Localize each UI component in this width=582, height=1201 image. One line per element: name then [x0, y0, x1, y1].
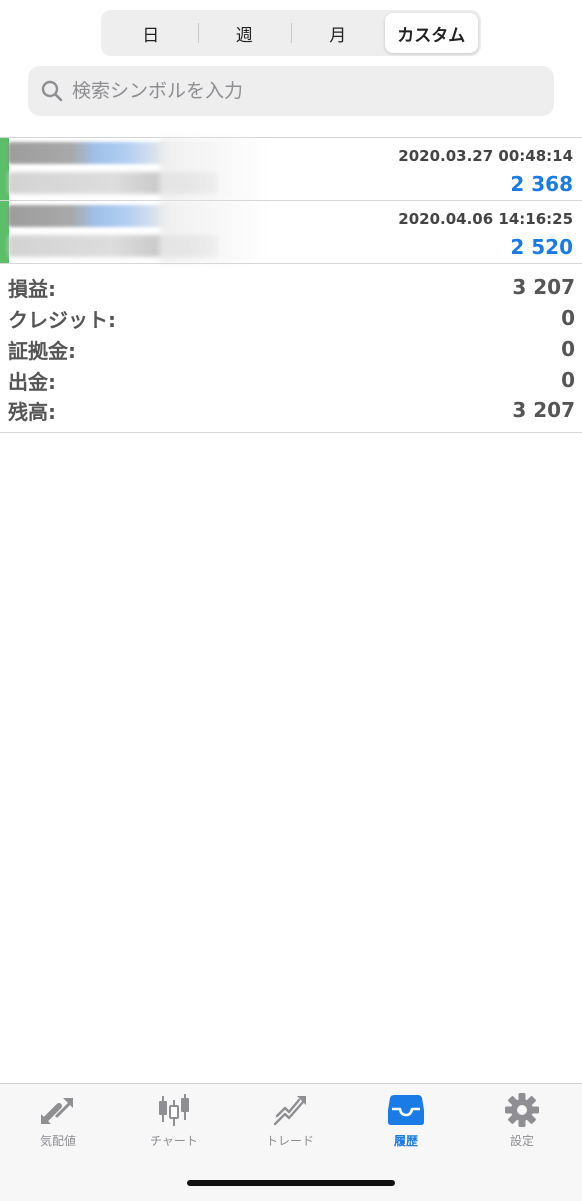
deal-row[interactable]: 2020.04.06 14:16:25 2 520: [0, 201, 582, 263]
segment-custom[interactable]: カスタム: [384, 13, 478, 53]
redacted-symbol: [8, 142, 168, 164]
segment-day[interactable]: 日: [104, 13, 198, 53]
deal-time: 2020.03.27 00:48:14: [398, 147, 573, 165]
redacted-symbol: [8, 205, 168, 227]
search-bar[interactable]: [28, 66, 554, 116]
tab-chart[interactable]: チャート: [124, 1092, 224, 1158]
summary-divider: [0, 432, 582, 433]
home-indicator: [187, 1180, 395, 1186]
history-inbox-icon: [388, 1095, 424, 1125]
deal-time: 2020.04.06 14:16:25: [398, 210, 573, 228]
tab-label: 履歴: [393, 1134, 418, 1148]
summary-label: 出金:: [8, 369, 56, 394]
tab-label: トレード: [265, 1134, 314, 1148]
tab-label: 気配値: [39, 1134, 76, 1148]
summary-label: 損益:: [8, 276, 56, 301]
summary-label: 証拠金:: [8, 338, 76, 363]
summary-label: 残高:: [8, 399, 56, 424]
deal-row[interactable]: 2020.03.27 00:48:14 2 368: [0, 138, 582, 200]
tab-history[interactable]: 履歴: [356, 1092, 456, 1158]
summary-label: クレジット:: [8, 307, 116, 332]
tab-settings[interactable]: 設定: [472, 1092, 572, 1158]
summary-value: 0: [561, 368, 575, 392]
quotes-icon: [41, 1098, 73, 1124]
summary-balance: 残高: 3 207: [8, 395, 575, 425]
tab-label: チャート: [150, 1134, 198, 1148]
deal-profit: 2 520: [510, 235, 573, 259]
segment-week[interactable]: 週: [197, 13, 292, 53]
redaction-fade: [160, 138, 270, 200]
summary-margin: 証拠金: 0: [8, 334, 575, 364]
summary-value: 0: [561, 306, 575, 330]
trade-icon: [273, 1096, 306, 1126]
summary-credit: クレジット: 0: [8, 303, 575, 333]
tab-trade[interactable]: トレード: [240, 1092, 340, 1158]
segment-month[interactable]: 月: [291, 13, 385, 53]
period-segmented-control: 日 週 月 カスタム: [101, 10, 481, 56]
summary-value: 3 207: [512, 275, 575, 299]
summary-value: 0: [561, 337, 575, 361]
search-icon: [41, 80, 63, 102]
summary-profit: 損益: 3 207: [8, 272, 575, 302]
summary-withdrawal: 出金: 0: [8, 365, 575, 395]
candlestick-chart-icon: [159, 1094, 189, 1126]
search-input[interactable]: [70, 79, 514, 103]
summary-value: 3 207: [512, 398, 575, 422]
row-divider: [0, 263, 582, 264]
tab-quotes[interactable]: 気配値: [8, 1092, 108, 1158]
gear-icon: [505, 1093, 539, 1127]
redaction-fade: [160, 201, 270, 263]
deal-profit: 2 368: [510, 172, 573, 196]
tab-label: 設定: [509, 1134, 534, 1148]
